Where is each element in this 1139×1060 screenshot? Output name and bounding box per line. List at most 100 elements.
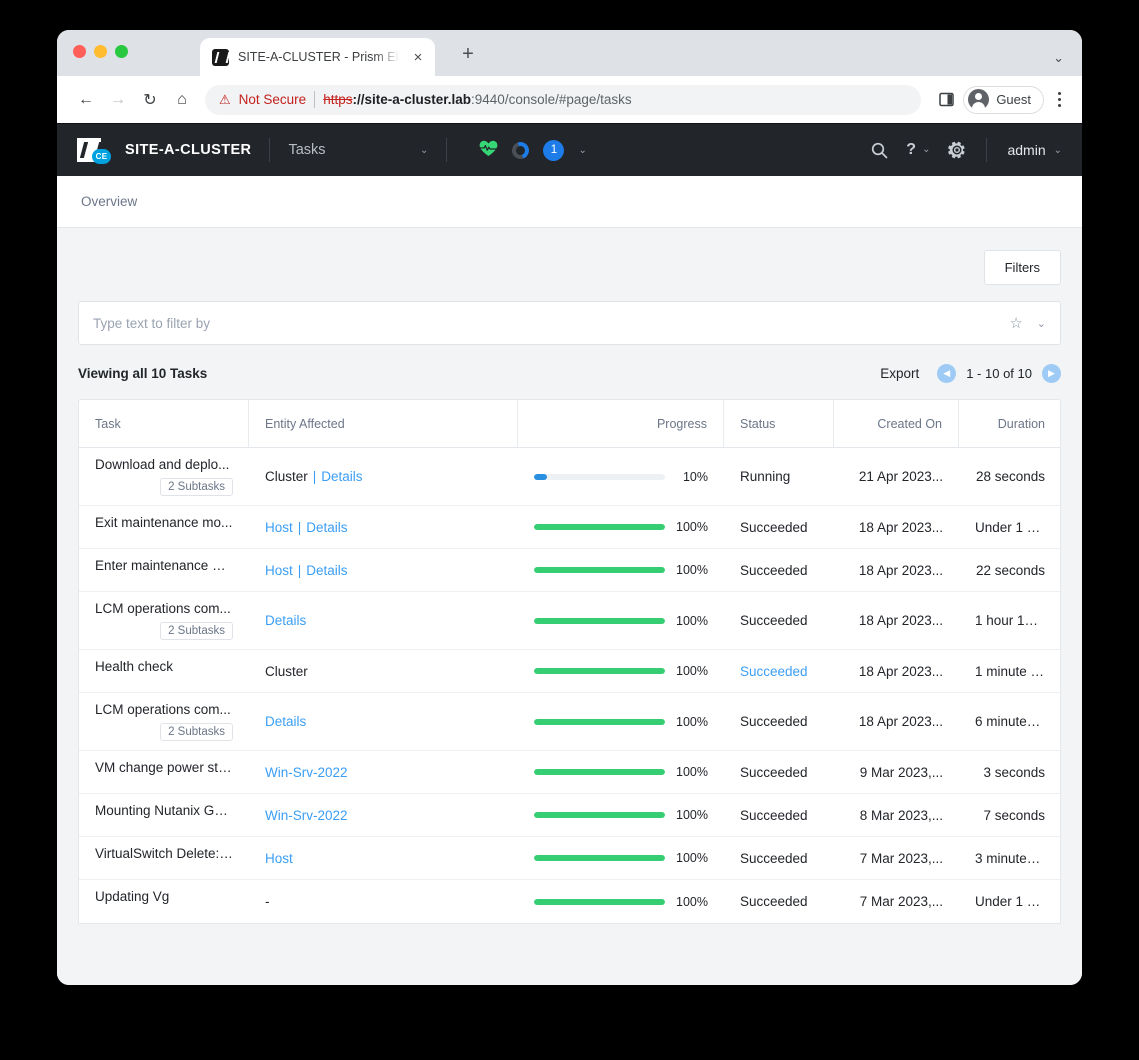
subtask-badge[interactable]: 2 Subtasks [160, 622, 233, 640]
back-icon[interactable]: ← [71, 85, 101, 115]
column-header-task[interactable]: Task [79, 400, 249, 447]
column-header-duration[interactable]: Duration [959, 400, 1061, 447]
table-meta-row: Viewing all 10 Tasks Export ◀ 1 - 10 of … [78, 345, 1061, 399]
entity-name-link[interactable]: Win-Srv-2022 [265, 765, 348, 780]
cell-duration: 22 seconds [959, 549, 1061, 591]
user-menu[interactable]: admin ⌄ [1007, 142, 1062, 158]
minimize-window-button[interactable] [94, 45, 107, 58]
table-row[interactable]: Updating Vg-100%Succeeded7 Mar 2023,...U… [79, 880, 1060, 923]
cell-entity-affected: Details [249, 693, 518, 750]
task-donut-icon[interactable] [510, 139, 533, 162]
progress-track [534, 474, 665, 480]
table-row[interactable]: Enter maintenance m...Host|Details100%Su… [79, 549, 1060, 592]
details-link[interactable]: Details [265, 613, 306, 628]
entity-text: Details [265, 613, 306, 628]
created-on-text: 18 Apr 2023... [850, 613, 943, 628]
details-link[interactable]: Details [306, 563, 347, 578]
cell-task: Download and deplo...2 Subtasks [79, 448, 249, 505]
address-bar[interactable]: ⚠ Not Secure https://site-a-cluster.lab:… [205, 85, 921, 115]
cell-task: VirtualSwitch Delete: ... [79, 837, 249, 879]
table-row[interactable]: LCM operations com...2 SubtasksDetails10… [79, 693, 1060, 751]
status-badge[interactable]: Succeeded [740, 664, 808, 679]
details-link[interactable]: Details [265, 714, 306, 729]
cell-duration: 1 minute 22 ... [959, 650, 1061, 692]
details-link[interactable]: Details [321, 469, 362, 484]
progress-fill [534, 524, 665, 530]
next-page-button[interactable]: ▶ [1042, 364, 1061, 383]
heartbeat-icon[interactable] [479, 140, 498, 160]
cell-status: Succeeded [724, 794, 834, 836]
created-on-text: 18 Apr 2023... [850, 520, 943, 535]
table-row[interactable]: Download and deplo...2 SubtasksCluster|D… [79, 448, 1060, 506]
star-icon[interactable]: ☆ [1009, 314, 1022, 332]
column-header-progress[interactable]: Progress [518, 400, 724, 447]
divider [446, 138, 447, 162]
chevron-down-icon[interactable]: ⌄ [1037, 317, 1046, 330]
separator: | [313, 469, 317, 484]
duration-text: 3 minutes 3... [975, 851, 1045, 866]
filters-button[interactable]: Filters [984, 250, 1061, 285]
export-button[interactable]: Export [880, 366, 919, 381]
cell-status: Succeeded [724, 837, 834, 879]
entity-text: Cluster|Details [265, 469, 363, 484]
close-window-button[interactable] [73, 45, 86, 58]
chevron-down-icon[interactable]: ⌄ [578, 145, 586, 156]
cell-duration: Under 1 sec... [959, 506, 1061, 548]
entity-name-link[interactable]: Host [265, 851, 293, 866]
column-header-entity[interactable]: Entity Affected [249, 400, 518, 447]
progress-fill [534, 618, 665, 624]
table-row[interactable]: LCM operations com...2 SubtasksDetails10… [79, 592, 1060, 650]
reload-icon[interactable]: ↻ [135, 85, 165, 115]
help-menu[interactable]: ? ⌄ [906, 142, 930, 158]
subtask-badge[interactable]: 2 Subtasks [160, 723, 233, 741]
profile-button[interactable]: Guest [963, 86, 1044, 114]
entity-name-link[interactable]: Host [265, 520, 293, 535]
cell-created-on: 7 Mar 2023,... [834, 837, 959, 879]
avatar [968, 89, 989, 110]
alert-count-badge[interactable]: 1 [543, 140, 564, 161]
security-status-label[interactable]: Not Secure [239, 92, 307, 107]
details-link[interactable]: Details [306, 520, 347, 535]
forward-icon[interactable]: → [103, 85, 133, 115]
table-row[interactable]: Mounting Nutanix Gu...Win-Srv-2022100%Su… [79, 794, 1060, 837]
progress-bar: 100% [534, 765, 708, 779]
url-scheme: https [323, 92, 352, 107]
new-tab-button[interactable]: + [455, 41, 481, 67]
entity-text: Host|Details [265, 563, 348, 578]
split-panel-icon[interactable] [931, 85, 961, 115]
kebab-menu-icon[interactable] [1046, 92, 1072, 107]
nutanix-logo-icon: CE [77, 137, 111, 163]
search-icon[interactable] [871, 142, 888, 159]
page-selector-label: Tasks [288, 142, 325, 158]
progress-track [534, 855, 665, 861]
browser-window: SITE-A-CLUSTER - Prism Element × + ⌄ ← →… [57, 30, 1082, 985]
cell-progress: 100% [518, 693, 724, 750]
chevron-down-icon[interactable]: ⌄ [1053, 50, 1064, 66]
cell-duration: 3 seconds [959, 751, 1061, 793]
cell-entity-affected: - [249, 880, 518, 923]
maximize-window-button[interactable] [115, 45, 128, 58]
chevron-down-icon: ⌄ [1054, 145, 1062, 156]
progress-fill [534, 567, 665, 573]
table-row[interactable]: VirtualSwitch Delete: ...Host100%Succeed… [79, 837, 1060, 880]
close-tab-icon[interactable]: × [409, 48, 427, 66]
table-row[interactable]: Exit maintenance mo...Host|Details100%Su… [79, 506, 1060, 549]
tab-overview[interactable]: Overview [81, 194, 137, 209]
gear-icon[interactable] [948, 141, 966, 159]
entity-name-link[interactable]: Host [265, 563, 293, 578]
column-header-status[interactable]: Status [724, 400, 834, 447]
progress-label: 10% [676, 470, 708, 484]
column-header-created[interactable]: Created On [834, 400, 959, 447]
cell-duration: 28 seconds [959, 448, 1061, 505]
filter-search-field[interactable]: Type text to filter by ☆ ⌄ [78, 301, 1061, 345]
subtask-badge[interactable]: 2 Subtasks [160, 478, 233, 496]
table-row[interactable]: VM change power sta...Win-Srv-2022100%Su… [79, 751, 1060, 794]
table-row[interactable]: Health checkCluster100%Succeeded18 Apr 2… [79, 650, 1060, 693]
progress-track [534, 618, 665, 624]
page-selector[interactable]: Tasks ⌄ [288, 142, 428, 158]
browser-tab[interactable]: SITE-A-CLUSTER - Prism Element × [200, 38, 435, 76]
home-icon[interactable]: ⌂ [167, 85, 197, 115]
prev-page-button[interactable]: ◀ [937, 364, 956, 383]
entity-name-link[interactable]: Win-Srv-2022 [265, 808, 348, 823]
cell-progress: 100% [518, 751, 724, 793]
